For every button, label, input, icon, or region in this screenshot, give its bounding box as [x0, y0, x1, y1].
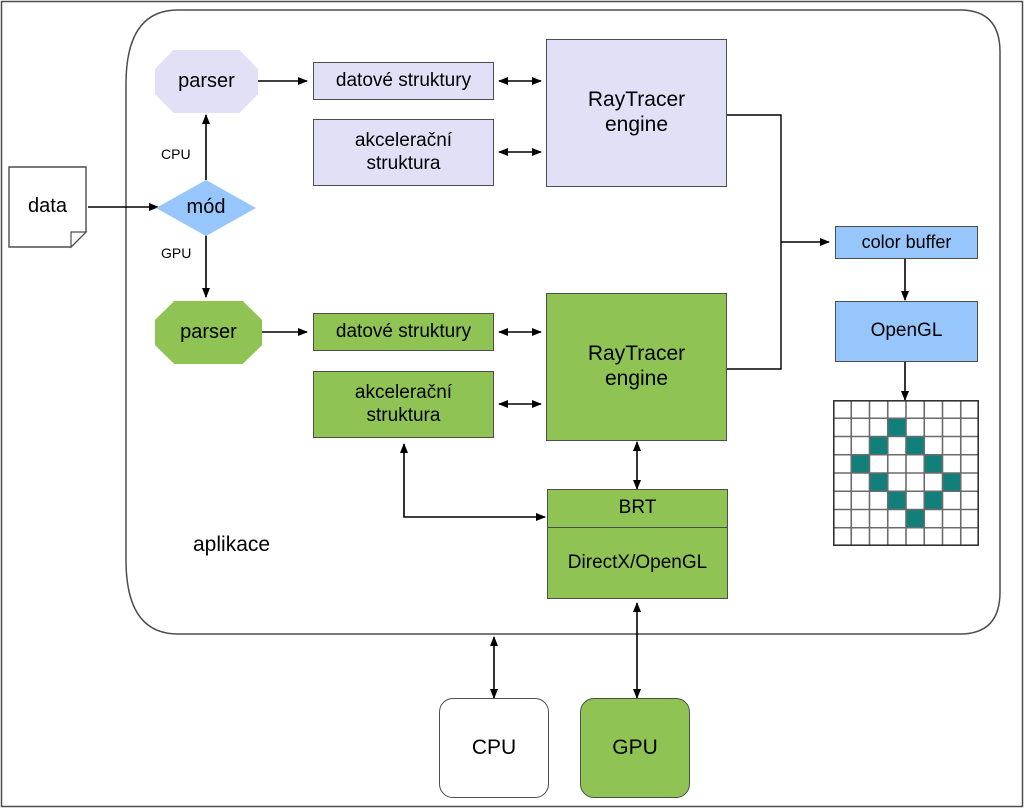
node-brt-label: BRT	[618, 497, 657, 519]
node-directx-opengl-label: DirectX/OpenGL	[567, 551, 708, 573]
edge-engines-to-color-buffer	[727, 114, 782, 370]
node-cpu-parser[interactable]: parser	[155, 50, 258, 113]
node-gpu-chip[interactable]: GPU	[580, 698, 690, 798]
pixel-cell	[887, 491, 906, 510]
node-gpu-accel-line1: akcelerační	[354, 382, 453, 404]
pixel-grid	[833, 400, 979, 546]
node-gpu-parser-label: parser	[180, 320, 237, 343]
diagram-canvas: data mód CPU GPU parser datové struktury…	[0, 0, 1024, 808]
node-brt-stack: BRT DirectX/OpenGL	[547, 489, 728, 599]
node-cpu-raytracer-line1: RayTracer	[587, 88, 686, 112]
pixel-cell	[869, 473, 888, 492]
node-cpu-raytracer-engine[interactable]: RayTracer engine	[546, 39, 727, 187]
pixel-cell	[906, 436, 925, 455]
node-gpu-raytracer-engine[interactable]: RayTracer engine	[546, 293, 727, 441]
node-gpu-accel-structure[interactable]: akcelerační struktura	[313, 371, 494, 438]
node-cpu-accel-structure[interactable]: akcelerační struktura	[313, 119, 494, 186]
node-directx-opengl[interactable]: DirectX/OpenGL	[548, 528, 727, 598]
pixel-cell	[887, 418, 906, 437]
node-gpu-data-structures-label: datové struktury	[335, 320, 472, 342]
branch-label-cpu: CPU	[161, 146, 191, 162]
node-brt[interactable]: BRT	[548, 490, 727, 529]
node-gpu-accel-line2: struktura	[366, 404, 441, 426]
node-color-buffer-label: color buffer	[861, 231, 952, 252]
node-gpu-raytracer-line2: engine	[604, 367, 669, 390]
pixel-cell	[869, 436, 888, 455]
node-data[interactable]: data	[9, 167, 86, 247]
node-cpu-data-structures-label: datové struktury	[335, 69, 472, 91]
node-opengl[interactable]: OpenGL	[835, 301, 978, 362]
pixel-cell	[906, 509, 925, 528]
edge-brt-to-gpu-accel	[400, 443, 546, 521]
node-data-label: data	[28, 195, 67, 218]
pixel-cell	[924, 491, 943, 510]
branch-label-gpu: GPU	[161, 245, 192, 261]
node-cpu-raytracer-line2: engine	[604, 113, 669, 136]
node-gpu-parser[interactable]: parser	[155, 301, 262, 364]
node-opengl-label: OpenGL	[870, 320, 943, 342]
node-cpu-accel-line1: akcelerační	[354, 130, 453, 152]
node-gpu-data-structures[interactable]: datové struktury	[313, 313, 494, 351]
node-color-buffer[interactable]: color buffer	[835, 226, 978, 259]
node-gpu-chip-label: GPU	[612, 735, 658, 759]
node-cpu-parser-label: parser	[178, 69, 235, 92]
pixel-cell	[924, 454, 943, 473]
node-cpu-data-structures[interactable]: datové struktury	[313, 62, 494, 100]
node-mode-label: mód	[186, 196, 226, 219]
node-cpu-chip[interactable]: CPU	[439, 698, 549, 798]
node-cpu-accel-line2: struktura	[366, 152, 441, 174]
pixel-cell	[942, 473, 961, 492]
node-gpu-raytracer-line1: RayTracer	[587, 342, 686, 366]
node-cpu-chip-label: CPU	[471, 735, 517, 759]
pixel-cell	[851, 454, 870, 473]
application-label: aplikace	[193, 533, 271, 556]
